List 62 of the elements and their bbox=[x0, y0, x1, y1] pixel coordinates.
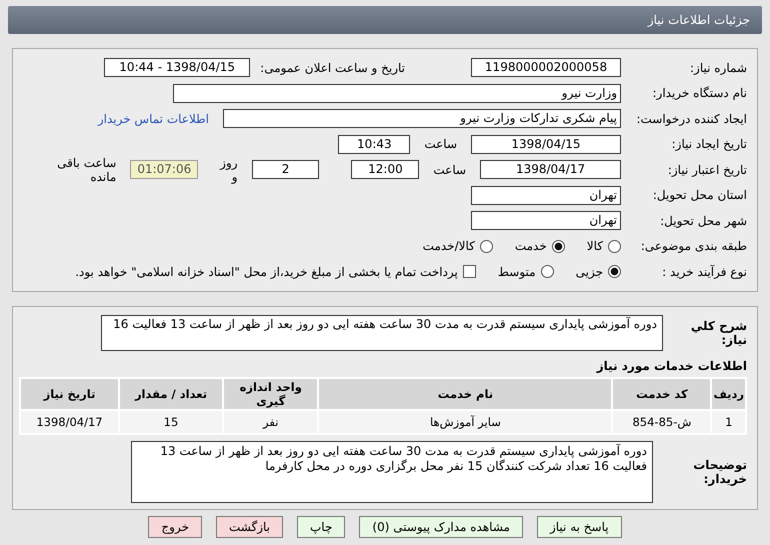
input-field[interactable]: وزارت نیرو bbox=[173, 84, 621, 103]
radio-button[interactable] bbox=[480, 240, 493, 253]
option-label: جزیی bbox=[576, 264, 603, 279]
table-cell: ش-85-854 bbox=[613, 410, 710, 432]
input-field[interactable]: تهران bbox=[471, 211, 621, 230]
field-label: ساعت باقی مانده bbox=[56, 156, 116, 184]
option-label: کالا bbox=[586, 239, 603, 254]
checkbox[interactable] bbox=[462, 265, 476, 278]
remarks-box[interactable]: دوره آموزشی پایداری سیستم قدرت به مدت 30 ساعت هفته ایی دو روز بعد از ظهر از ساعت 13 فعالیت 16 تعداد شرکت کنندگان 15 نفر محل برگزاری دوره در محل کارفرما bbox=[131, 440, 653, 502]
field-label: شرح كلي نياز: bbox=[690, 318, 747, 346]
action-button[interactable]: بازگشت bbox=[216, 516, 283, 538]
field-label: روز و bbox=[218, 156, 238, 184]
table-cell: 15 bbox=[120, 410, 222, 432]
field-label: تاریخ ایجاد نیاز: bbox=[670, 137, 747, 152]
input-field[interactable]: پیام شکری تدارکات وزارت نیرو bbox=[223, 109, 621, 128]
radio-button[interactable] bbox=[552, 240, 565, 253]
input-field[interactable]: 1398/04/15 bbox=[471, 134, 621, 154]
action-button[interactable]: خروج bbox=[148, 516, 202, 538]
input-field[interactable]: 1198000002000058 bbox=[471, 58, 621, 78]
field-label: نام دستگاه خریدار: bbox=[652, 86, 747, 100]
field-label: تاریخ اعتبار نیاز: bbox=[666, 162, 747, 177]
table-cell: نفر bbox=[224, 410, 318, 432]
field-label: شهر محل تحویل: bbox=[659, 214, 747, 228]
field-label: طبقه بندی موضوعی: bbox=[640, 239, 747, 254]
column-header: کد خدمت bbox=[613, 378, 710, 408]
table-cell: 1 bbox=[712, 410, 745, 432]
column-header: تعداد / مقدار bbox=[120, 378, 222, 408]
section-title: اطلاعات خدمات مورد نیاز bbox=[595, 358, 747, 372]
field-label: شماره نیاز: bbox=[689, 60, 747, 75]
input-field[interactable]: 10:43 bbox=[338, 134, 410, 154]
table-cell: 1398/04/17 bbox=[21, 410, 118, 432]
description-box[interactable]: دوره آموزشی پایداری سیستم قدرت به مدت 30 ساعت هفته ایی دو روز بعد از ظهر از ساعت 13 فعالیت 16 bbox=[101, 314, 663, 350]
option-label: خدمت bbox=[514, 239, 547, 254]
input-field[interactable]: تهران bbox=[471, 186, 621, 205]
radio-button[interactable] bbox=[608, 265, 621, 278]
action-button[interactable]: چاپ bbox=[297, 516, 346, 538]
input-field[interactable]: 1398/04/15 - 10:44 bbox=[104, 58, 250, 78]
input-field[interactable]: 1398/04/17 bbox=[480, 160, 621, 180]
page-title: جزئیات اطلاعات نیاز bbox=[648, 13, 750, 27]
column-header: نام خدمت bbox=[319, 378, 612, 408]
field-label: نوع فرآیند خرید : bbox=[661, 264, 747, 279]
input-field[interactable]: 01:07:06 bbox=[130, 160, 198, 180]
radio-button[interactable] bbox=[540, 265, 554, 278]
action-button[interactable]: مشاهده مدارک پیوستی (0) bbox=[359, 516, 523, 538]
column-header: ردیف bbox=[712, 378, 745, 408]
field-label: ایجاد کننده درخواست: bbox=[635, 112, 747, 126]
column-header: تاریخ نیاز bbox=[21, 378, 118, 408]
field-label: استان محل تحویل: bbox=[652, 188, 747, 202]
option-label: کالا/خدمت bbox=[422, 239, 475, 254]
contact-link[interactable]: اطلاعات تماس خریدار bbox=[98, 112, 209, 126]
input-field[interactable]: 2 bbox=[252, 160, 320, 180]
action-button[interactable]: پاسخ به نیاز bbox=[536, 516, 622, 538]
column-header: واحد اندازه گیری bbox=[224, 378, 318, 408]
input-field[interactable]: 12:00 bbox=[351, 160, 420, 180]
radio-button[interactable] bbox=[608, 240, 621, 253]
field-label: ساعت bbox=[424, 137, 457, 152]
field-label: توضیحات خریدار: bbox=[692, 458, 747, 486]
option-label: پرداخت تمام یا بخشی از مبلغ خرید،از محل "اسناد خزانه اسلامی" خواهد بود. bbox=[75, 264, 458, 279]
field-label: تاریخ و ساعت اعلان عمومی: bbox=[260, 60, 405, 75]
field-label: ساعت bbox=[433, 162, 466, 177]
table-cell: سایر آموزش‌ها bbox=[319, 410, 612, 432]
option-label: متوسط bbox=[498, 264, 536, 279]
